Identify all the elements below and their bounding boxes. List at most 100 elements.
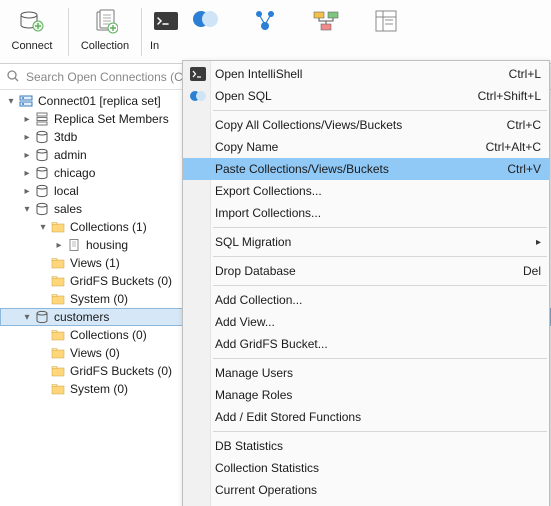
tree-label: Views (0): [70, 346, 120, 360]
menu-shortcut: Ctrl+Alt+C: [486, 140, 541, 154]
tree-label: GridFS Buckets (0): [70, 364, 172, 378]
tree-label: customers: [54, 310, 109, 324]
menu-collection-statistics[interactable]: Collection Statistics: [183, 457, 549, 479]
tree-label: local: [54, 184, 79, 198]
toolbar-aggregate-button[interactable]: [236, 4, 296, 34]
menu-shortcut: Ctrl+V: [507, 162, 541, 176]
folder-icon: [50, 345, 66, 361]
menu-copy-all[interactable]: Copy All Collections/Views/Buckets Ctrl+…: [183, 114, 549, 136]
folder-icon: [50, 363, 66, 379]
database-icon: [34, 309, 50, 325]
menu-shortcut: Ctrl+C: [507, 118, 541, 132]
intellishell-button[interactable]: In: [146, 4, 176, 60]
menu-export-collections[interactable]: Export Collections...: [183, 180, 549, 202]
collection-button[interactable]: Collection: [73, 4, 137, 60]
folder-icon: [50, 219, 66, 235]
menu-label: Open SQL: [213, 89, 478, 103]
database-icon: [34, 129, 50, 145]
menu-drop-database[interactable]: Drop Database Del: [183, 260, 549, 282]
schema-icon: [311, 8, 341, 34]
tree-label: Replica Set Members: [54, 112, 169, 126]
chevron-down-icon: ▾: [4, 94, 18, 108]
database-icon: [34, 147, 50, 163]
menu-stored-functions[interactable]: Add / Edit Stored Functions: [183, 406, 549, 428]
menu-separator: [213, 358, 547, 359]
terminal-icon: [183, 63, 213, 85]
intellishell-label: In: [150, 40, 159, 52]
menu-manage-users[interactable]: Manage Users: [183, 362, 549, 384]
toggle-icon: [191, 8, 221, 30]
menu-label: Add GridFS Bucket...: [213, 337, 541, 351]
toolbar-toggle-button[interactable]: [176, 4, 236, 30]
menu-label: Copy Name: [213, 140, 486, 154]
server-icon: [18, 93, 34, 109]
toolbar-schema-button[interactable]: [296, 4, 356, 34]
toolbar-separator: [141, 8, 142, 56]
main-toolbar: Connect Collection In: [0, 0, 551, 64]
tree-label: 3tdb: [54, 130, 77, 144]
chevron-down-icon: ▾: [20, 310, 34, 324]
chevron-right-icon: ▸: [20, 166, 34, 180]
menu-shortcut: Ctrl+Shift+L: [478, 89, 541, 103]
menu-label: Add Collection...: [213, 293, 541, 307]
database-context-menu: Open IntelliShell Ctrl+L Open SQL Ctrl+S…: [182, 60, 550, 506]
menu-open-intellishell[interactable]: Open IntelliShell Ctrl+L: [183, 63, 549, 85]
tree-label: sales: [54, 202, 82, 216]
menu-server-info[interactable]: Server Info ▸: [183, 501, 549, 506]
menu-shortcut: Del: [523, 264, 541, 278]
folder-icon: [50, 327, 66, 343]
menu-label: Add / Edit Stored Functions: [213, 410, 541, 424]
chevron-right-icon: ▸: [20, 184, 34, 198]
tree-label: Connect01 [replica set]: [38, 94, 161, 108]
menu-import-collections[interactable]: Import Collections...: [183, 202, 549, 224]
search-icon: [6, 69, 22, 85]
menu-label: Current Operations: [213, 483, 541, 497]
menu-add-gridfs-bucket[interactable]: Add GridFS Bucket...: [183, 333, 549, 355]
menu-separator: [213, 256, 547, 257]
tree-label: System (0): [70, 382, 128, 396]
connect-icon: [16, 6, 48, 38]
tree-label: GridFS Buckets (0): [70, 274, 172, 288]
tree-label: housing: [86, 238, 128, 252]
menu-label: Collection Statistics: [213, 461, 541, 475]
menu-label: Add View...: [213, 315, 541, 329]
folder-icon: [50, 381, 66, 397]
form-icon: [373, 8, 399, 34]
menu-label: Open IntelliShell: [213, 67, 509, 81]
database-icon: [34, 201, 50, 217]
chevron-right-icon: ▸: [20, 148, 34, 162]
menu-label: SQL Migration: [213, 235, 525, 249]
menu-label: Copy All Collections/Views/Buckets: [213, 118, 507, 132]
toolbar-separator: [68, 8, 69, 56]
menu-label: Import Collections...: [213, 206, 541, 220]
chevron-right-icon: ▸: [52, 238, 66, 252]
tree-label: Views (1): [70, 256, 120, 270]
connect-button[interactable]: Connect: [0, 4, 64, 60]
menu-separator: [213, 285, 547, 286]
menu-label: DB Statistics: [213, 439, 541, 453]
toggle-icon: [183, 85, 213, 107]
menu-label: Manage Users: [213, 366, 541, 380]
menu-manage-roles[interactable]: Manage Roles: [183, 384, 549, 406]
tree-label: Collections (1): [70, 220, 147, 234]
menu-open-sql[interactable]: Open SQL Ctrl+Shift+L: [183, 85, 549, 107]
menu-paste[interactable]: Paste Collections/Views/Buckets Ctrl+V: [183, 158, 549, 180]
tree-label: chicago: [54, 166, 95, 180]
menu-db-statistics[interactable]: DB Statistics: [183, 435, 549, 457]
menu-sql-migration[interactable]: SQL Migration ▸: [183, 231, 549, 253]
menu-shortcut: Ctrl+L: [509, 67, 541, 81]
menu-current-operations[interactable]: Current Operations: [183, 479, 549, 501]
menu-label: Drop Database: [213, 264, 523, 278]
collection-icon: [89, 6, 121, 38]
aggregate-icon: [251, 8, 281, 34]
replica-icon: [34, 111, 50, 127]
tree-label: System (0): [70, 292, 128, 306]
menu-copy-name[interactable]: Copy Name Ctrl+Alt+C: [183, 136, 549, 158]
menu-label: Manage Roles: [213, 388, 541, 402]
collection-label: Collection: [81, 40, 129, 52]
toolbar-form-button[interactable]: [356, 4, 416, 34]
chevron-down-icon: ▾: [36, 220, 50, 234]
menu-add-view[interactable]: Add View...: [183, 311, 549, 333]
database-icon: [34, 165, 50, 181]
menu-add-collection[interactable]: Add Collection...: [183, 289, 549, 311]
